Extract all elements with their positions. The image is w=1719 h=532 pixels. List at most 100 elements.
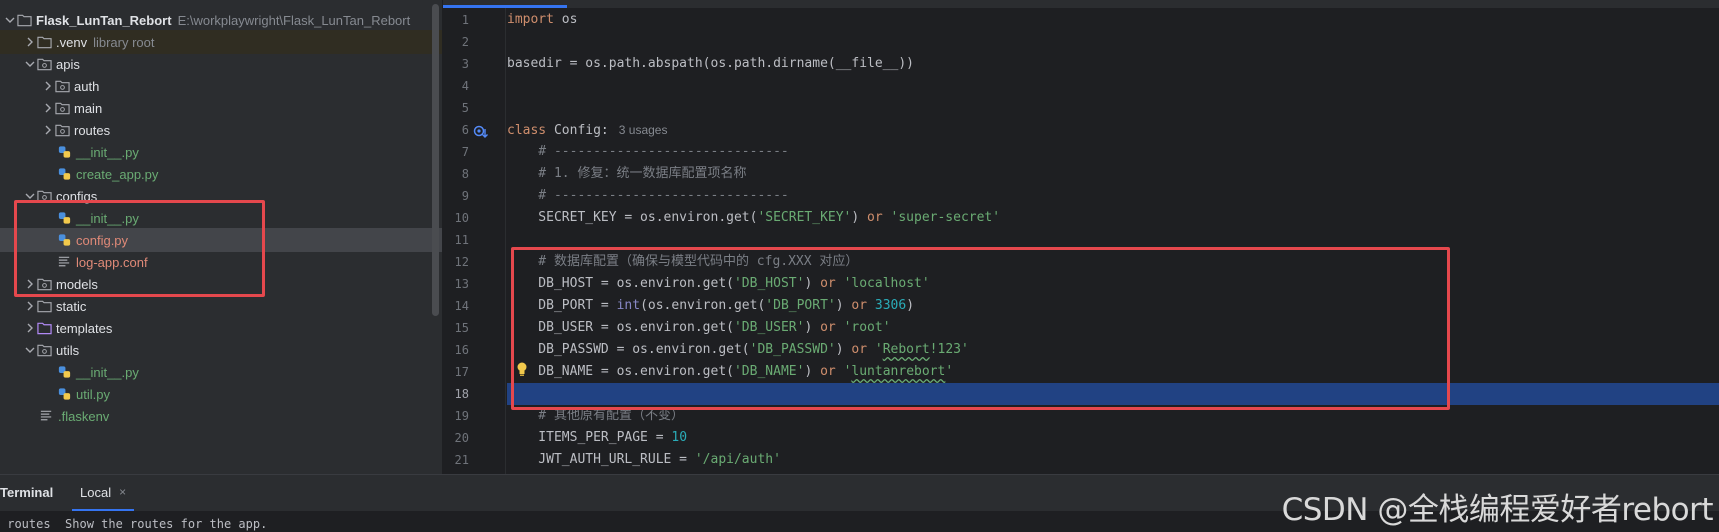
string-token: 'localhost' [843, 276, 930, 291]
tree-item-project-root[interactable]: Flask_LunTan_Rebort E:\workplaywright\Fl… [0, 8, 442, 32]
folder-icon [36, 34, 52, 50]
chevron-down-icon[interactable] [24, 58, 36, 70]
chevron-right-icon[interactable] [24, 322, 36, 334]
line-number: 20 [454, 431, 469, 445]
chevron-down-icon[interactable] [24, 190, 36, 202]
string-token: 'DB_USER' [733, 320, 805, 335]
code-editor[interactable]: 1 2 3 4 5 6 7 8 9 10 11 12 13 14 15 16 1… [443, 0, 1719, 474]
string-token: 'DB_HOST' [733, 276, 805, 291]
tree-item-templates[interactable]: templates [0, 316, 442, 340]
tree-item-configs-init[interactable]: __init__.py [0, 206, 442, 230]
project-path: E:\workplaywright\Flask_LunTan_Rebort [177, 12, 411, 28]
tree-item-config-py[interactable]: config.py [0, 228, 442, 252]
code-line: SECRET_KEY = os.environ.get('SECRET_KEY'… [507, 207, 1000, 229]
terminal-output: routes Show the routes for the app. [0, 517, 268, 531]
tree-scrollbar[interactable] [432, 4, 439, 316]
tree-item-auth[interactable]: auth [0, 74, 442, 98]
code-token: ) [804, 320, 821, 335]
chevron-right-icon[interactable] [42, 80, 54, 92]
line-number: 13 [454, 277, 469, 291]
line-number: 5 [461, 101, 469, 115]
tree-item-utils-init[interactable]: __init__.py [0, 360, 442, 384]
chevron-down-icon[interactable] [4, 14, 16, 26]
code-line: JWT_AUTH_URL_RULE = '/api/auth' [507, 449, 781, 471]
line-number: 18 [454, 387, 469, 401]
terminal-tab-label: Local [80, 484, 112, 500]
code-token: SECRET_KEY = os.environ.get( [507, 210, 758, 225]
line-number: 17 [454, 365, 469, 379]
chevron-right-icon[interactable] [24, 300, 36, 312]
line-number: 2 [461, 35, 469, 49]
tree-item-label: config.py [76, 232, 129, 248]
package-folder-icon [36, 188, 52, 204]
usages-inlay-hint[interactable]: 3 usages [619, 123, 668, 137]
tree-item-label: auth [74, 78, 100, 94]
code-token: Config: [546, 123, 609, 138]
tree-item-main[interactable]: main [0, 96, 442, 120]
line-number: 19 [454, 409, 469, 423]
close-icon[interactable]: × [119, 485, 126, 499]
line-number: 21 [454, 453, 469, 467]
lightbulb-icon[interactable] [515, 361, 529, 377]
code-line: class Config: 3 usages [507, 119, 667, 141]
code-token: ) [835, 342, 852, 357]
package-folder-icon [36, 276, 52, 292]
keyword-token: or [820, 320, 836, 335]
line-number: 4 [461, 79, 469, 93]
tree-item-log-app-conf[interactable]: log-app.conf [0, 250, 442, 274]
tree-item-models[interactable]: models [0, 272, 442, 296]
line-number: 6 [461, 123, 469, 137]
tree-item-label: .flaskenv [58, 408, 110, 424]
chevron-right-icon[interactable] [42, 124, 54, 136]
package-folder-icon [36, 56, 52, 72]
code-line: DB_HOST = os.environ.get('DB_HOST') or '… [507, 273, 930, 295]
code-line: DB_USER = os.environ.get('DB_USER') or '… [507, 317, 890, 339]
python-file-icon [56, 166, 72, 182]
code-line: ITEMS_PER_PAGE = 10 [507, 427, 687, 449]
keyword-token: or [851, 342, 868, 357]
chevron-right-icon[interactable] [24, 36, 36, 48]
chevron-right-icon[interactable] [24, 278, 36, 290]
string-token: 'DB_PASSWD' [749, 342, 836, 357]
project-tree: Flask_LunTan_Rebort E:\workplaywright\Fl… [0, 0, 442, 474]
code-line: DB_PORT = int(os.environ.get('DB_PORT') … [507, 295, 914, 317]
line-number: 10 [454, 211, 469, 225]
tree-item-label: static [56, 298, 87, 314]
code-line: basedir = os.path.abspath(os.path.dirnam… [507, 56, 914, 71]
string-token: 'super-secret' [890, 210, 1001, 225]
tree-item-flaskenv[interactable]: .flaskenv [0, 404, 442, 428]
tree-item-apis[interactable]: apis [0, 52, 442, 76]
tree-item-configs[interactable]: configs [0, 184, 442, 208]
tree-item-static[interactable]: static [0, 294, 442, 318]
tree-item-util-py[interactable]: util.py [0, 382, 442, 406]
tree-item-label: __init__.py [76, 364, 139, 380]
override-marker-icon[interactable] [473, 124, 489, 140]
keyword-token: or [867, 210, 883, 225]
code-line: import os [507, 9, 577, 31]
python-file-icon [56, 210, 72, 226]
code-token: DB_HOST = os.environ.get( [507, 276, 734, 291]
gutter-divider [505, 8, 506, 474]
tree-item-create-app[interactable]: create_app.py [0, 162, 442, 186]
tree-item-label: main [74, 100, 103, 116]
code-token: DB_USER = os.environ.get( [507, 320, 734, 335]
tree-item-label: utils [56, 342, 80, 358]
code-line: DB_PASSWD = os.environ.get('DB_PASSWD') … [507, 339, 969, 361]
code-line: # 1. 修复：统一数据库配置项名称 [507, 166, 747, 181]
chevron-down-icon[interactable] [24, 344, 36, 356]
terminal-tab-local[interactable]: Local × [72, 475, 135, 511]
code-line: DB_NAME = os.environ.get('DB_NAME') or '… [507, 361, 953, 383]
tree-item-utils[interactable]: utils [0, 338, 442, 362]
tree-item-label: models [56, 276, 98, 292]
package-folder-icon [54, 78, 70, 94]
chevron-right-icon[interactable] [42, 102, 54, 114]
tree-item-apis-init[interactable]: __init__.py [0, 140, 442, 164]
code-token: ) [804, 364, 821, 379]
number-token: 10 [671, 430, 688, 445]
tree-item-routes[interactable]: routes [0, 118, 442, 142]
code-line: # ------------------------------ [507, 144, 789, 159]
string-token: 'SECRET_KEY' [757, 210, 852, 225]
tree-item-label: templates [56, 320, 113, 336]
tree-item-venv[interactable]: .venv library root [0, 30, 442, 54]
